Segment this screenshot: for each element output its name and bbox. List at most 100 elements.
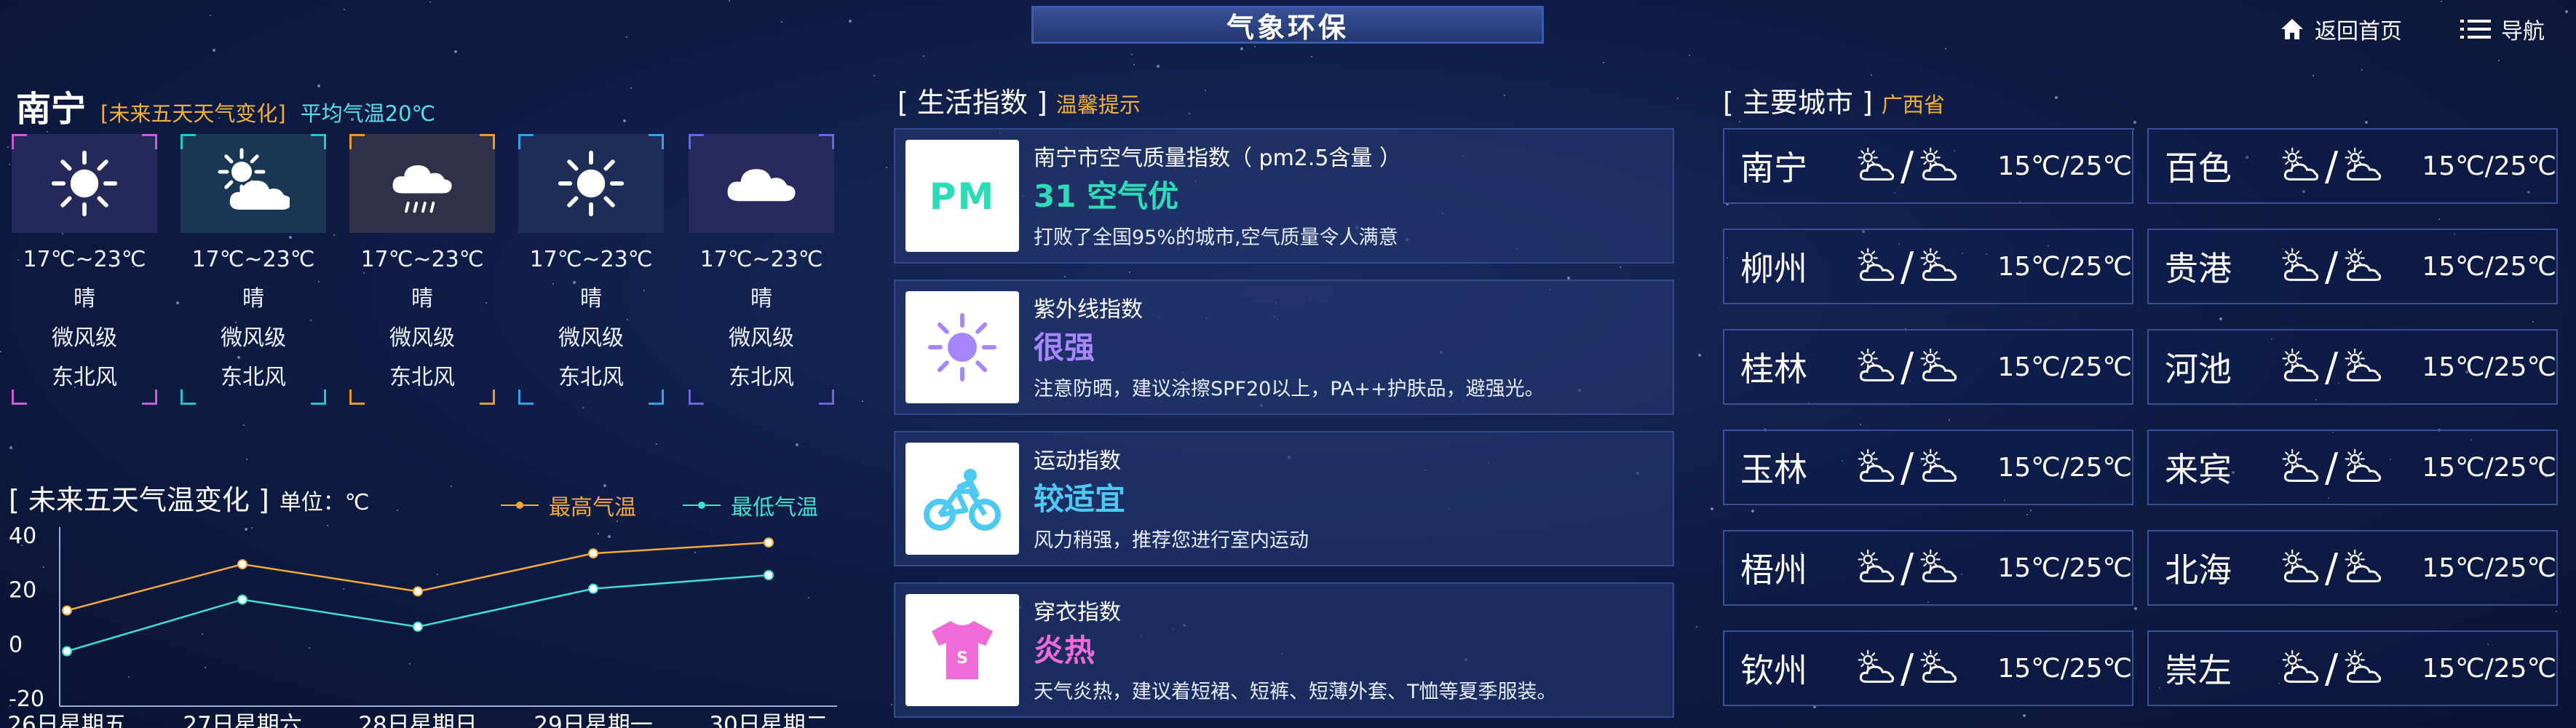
star-dot bbox=[1254, 46, 1256, 47]
city-weather-cell[interactable]: 北海 / 15℃/25℃ bbox=[2147, 530, 2558, 606]
star-dot bbox=[1949, 419, 1950, 421]
forecast-weather: 晴 bbox=[411, 286, 433, 312]
city-weather-cell[interactable]: 河池 / 15℃/25℃ bbox=[2147, 329, 2558, 405]
city-weather-icons: / bbox=[1854, 143, 1987, 189]
sun-cloud-icon bbox=[1854, 446, 1898, 489]
card-corner bbox=[689, 134, 704, 149]
city-weather-cell[interactable]: 贵港 / 15℃/25℃ bbox=[2147, 229, 2558, 304]
star-dot bbox=[630, 87, 632, 89]
sun-cloud-icon bbox=[2341, 546, 2385, 590]
sun-cloud-icon bbox=[1917, 144, 1960, 188]
home-icon bbox=[2281, 19, 2303, 39]
star-dot bbox=[1677, 98, 1679, 99]
star-dot bbox=[1131, 54, 1133, 55]
city-name: 钦州 bbox=[1740, 651, 1807, 690]
life-index-description: 风力稍强，推荐您进行室内运动 bbox=[1034, 529, 1309, 552]
star-dot bbox=[47, 131, 48, 132]
slash-separator: / bbox=[1900, 645, 1914, 692]
city-weather-icons: / bbox=[1854, 344, 1987, 390]
x-tick-label: 26日星期五 bbox=[7, 712, 126, 728]
star-dot bbox=[429, 1, 431, 3]
city-name: 柳州 bbox=[1740, 249, 1807, 288]
life-index-value: 炎热 bbox=[1034, 633, 1095, 668]
city-weather-cell[interactable]: 钦州 / 15℃/25℃ bbox=[1723, 630, 2133, 706]
star-dot bbox=[626, 36, 627, 38]
star-dot bbox=[1205, 90, 1206, 91]
legend-min-marker bbox=[683, 502, 721, 509]
card-corner bbox=[480, 389, 495, 405]
city-temp-range: 15℃/25℃ bbox=[1997, 452, 2132, 483]
life-index-value: 较适宜 bbox=[1034, 481, 1126, 517]
y-tick-label: 20 bbox=[9, 578, 36, 604]
star-dot bbox=[246, 459, 247, 460]
star-dot bbox=[9, 164, 10, 165]
forecast-wind-direction: 东北风 bbox=[389, 365, 455, 390]
forecast-wind-level: 微风级 bbox=[558, 325, 624, 351]
temperature-line-chart: 40 20 0 -2026日星期五 27日星期六 28日星期日 29日星期一 30日星期二 bbox=[7, 523, 837, 728]
star-dot bbox=[2133, 121, 2136, 124]
life-index-description: 注意防晒，建议涂擦SPF20以上，PA++护肤品，避强光。 bbox=[1034, 378, 1545, 400]
cities-header: [ 主要城市 ] 广西省 bbox=[1723, 80, 1945, 120]
city-temp-range: 15℃/25℃ bbox=[1997, 653, 2132, 684]
sun-cloud-icon bbox=[2341, 245, 2385, 288]
life-index-value: 31 空气优 bbox=[1034, 178, 1179, 214]
star-dot bbox=[1189, 113, 1190, 114]
life-index-description: 打败了全国95%的城市,空气质量令人满意 bbox=[1034, 226, 1398, 249]
city-name: 桂林 bbox=[1740, 349, 1807, 389]
sun-cloud-icon bbox=[2278, 144, 2322, 188]
city-temp-range: 15℃/25℃ bbox=[2422, 151, 2556, 181]
star-dot bbox=[2313, 75, 2314, 76]
star-dot bbox=[213, 49, 215, 52]
slash-separator: / bbox=[2324, 444, 2339, 491]
pm-icon: PM bbox=[905, 140, 1019, 252]
star-dot bbox=[2556, 611, 2557, 612]
tshirt-icon: S bbox=[905, 594, 1019, 706]
city-weather-cell[interactable]: 柳州 / 15℃/25℃ bbox=[1723, 229, 2133, 304]
card-corner bbox=[142, 389, 157, 405]
city-weather-cell[interactable]: 玉林 / 15℃/25℃ bbox=[1723, 430, 2133, 505]
star-dot bbox=[2532, 321, 2534, 323]
star-dot bbox=[796, 443, 798, 446]
rain-cloud-icon bbox=[349, 134, 495, 233]
forecast-weather: 晴 bbox=[580, 286, 602, 312]
forecast-wind-direction: 东北风 bbox=[52, 365, 117, 390]
card-corner bbox=[518, 389, 534, 405]
forecast-wind-level: 微风级 bbox=[52, 325, 117, 351]
sun-cloud-icon bbox=[2278, 546, 2322, 590]
card-corner bbox=[349, 134, 365, 149]
city-temp-range: 15℃/25℃ bbox=[1997, 151, 2132, 181]
sun-cloud-icon bbox=[2341, 446, 2385, 489]
home-link[interactable]: 返回首页 bbox=[2280, 13, 2402, 45]
y-tick-label: -20 bbox=[9, 687, 44, 712]
city-weather-cell[interactable]: 百色 / 15℃/25℃ bbox=[2147, 128, 2558, 204]
life-index-description: 天气炎热，建议着短裙、短裤、短薄外套、T恤等夏季服装。 bbox=[1034, 681, 1557, 703]
min-temp-point bbox=[237, 594, 247, 605]
card-corner bbox=[12, 389, 27, 405]
city-weather-cell[interactable]: 梧州 / 15℃/25℃ bbox=[1723, 530, 2133, 606]
star-dot bbox=[1311, 56, 1312, 58]
star-dot bbox=[1711, 507, 1713, 510]
forecast-wind-level: 微风级 bbox=[221, 325, 286, 351]
star-dot bbox=[1739, 121, 1740, 122]
star-dot bbox=[243, 424, 245, 426]
life-index-name: 运动指数 bbox=[1034, 448, 1121, 474]
city-weather-icons: / bbox=[2278, 344, 2411, 390]
sun-icon bbox=[12, 134, 157, 233]
star-dot bbox=[1603, 62, 1604, 63]
uv-sun-icon bbox=[905, 291, 1019, 403]
life-index-card: 运动指数 较适宜 风力稍强，推荐您进行室内运动 bbox=[894, 431, 1674, 566]
life-index-name: 紫外线指数 bbox=[1034, 297, 1143, 323]
city-weather-cell[interactable]: 崇左 / 15℃/25℃ bbox=[2147, 630, 2558, 706]
star-dot bbox=[2498, 60, 2500, 61]
city-weather-cell[interactable]: 南宁 / 15℃/25℃ bbox=[1723, 128, 2133, 204]
city-weather-cell[interactable]: 桂林 / 15℃/25℃ bbox=[1723, 329, 2133, 405]
star-dot bbox=[2438, 218, 2440, 220]
nav-menu-button[interactable]: 导航 bbox=[2460, 13, 2545, 45]
forecast-day-card: 17℃~23℃ 晴微风级 东北风 bbox=[349, 134, 495, 405]
star-dot bbox=[1696, 626, 1697, 628]
star-dot bbox=[454, 50, 457, 53]
forecast-weather: 晴 bbox=[750, 286, 772, 312]
city-weather-cell[interactable]: 来宾 / 15℃/25℃ bbox=[2147, 430, 2558, 505]
forecast-day-card: 17℃~23℃ 晴微风级 东北风 bbox=[12, 134, 157, 405]
slash-separator: / bbox=[2324, 143, 2339, 189]
